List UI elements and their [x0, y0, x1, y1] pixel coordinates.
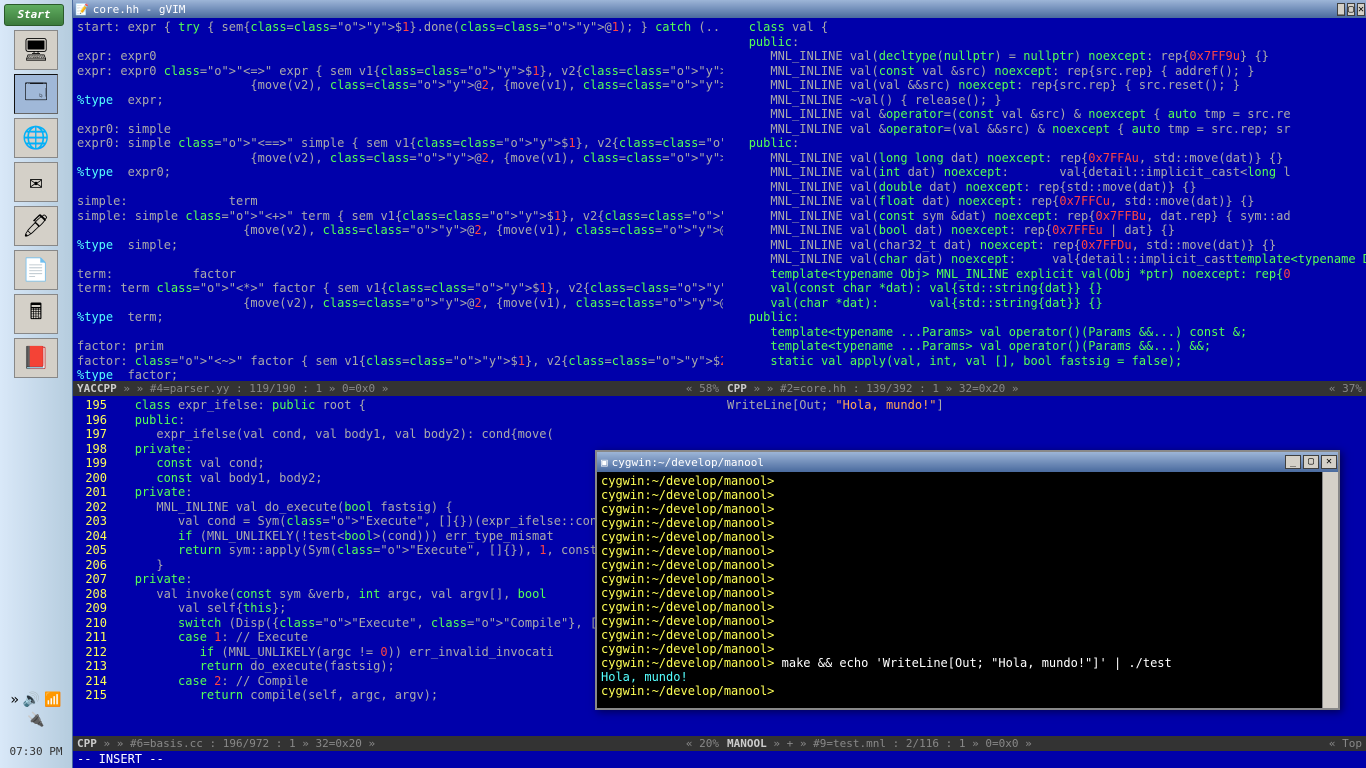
window-title: core.hh - gVIM [93, 3, 186, 16]
tray-icon[interactable]: » [10, 692, 18, 708]
terminal-body[interactable]: cygwin:~/develop/manool> cygwin:~/develo… [597, 472, 1338, 708]
statusbar-tl: YACCPP » » #4=parser.yy : 119/190 : 1 » … [73, 381, 723, 396]
tray-icon[interactable]: 📶 [44, 692, 61, 708]
taskbar-app-icon[interactable]: 🌐 [14, 118, 58, 158]
terminal-title: cygwin:~/develop/manool [612, 456, 764, 469]
taskbar-app-icon[interactable]: 🖩 [14, 294, 58, 334]
pane-top-left[interactable]: start: expr { try { sem{class=class="o">… [73, 18, 723, 396]
pane-top-right[interactable]: class val { public: MNL_INLINE val(declt… [723, 18, 1366, 396]
taskbar-app-icon[interactable]: 📄 [14, 250, 58, 290]
minimize-button[interactable]: _ [1285, 455, 1301, 469]
start-button[interactable]: Start [4, 4, 64, 26]
taskbar-app-icon[interactable]: ✉ [14, 162, 58, 202]
statusbar-br: MANOOL » + » #9=test.mnl : 2/116 : 1 » 0… [723, 736, 1366, 751]
window-titlebar[interactable]: 📝 core.hh - gVIM _▢✕ [73, 0, 1366, 18]
terminal-scrollbar[interactable] [1322, 472, 1338, 708]
statusbar-tr: CPP » » #2=core.hh : 139/392 : 1 » 32=0x… [723, 381, 1366, 396]
terminal-window[interactable]: ▣ cygwin:~/develop/manool _ ▢ ✕ cygwin:~… [595, 450, 1340, 710]
statusbar-bl: CPP » » #6=basis.cc : 196/972 : 1 » 32=0… [73, 736, 723, 751]
taskbar: Start 🖥🗔🌐✉🖊📄🖩📕 » 🔊📶🔌 07:30 PM [0, 0, 73, 768]
taskbar-clock: 07:30 PM [0, 745, 72, 758]
tray-icon[interactable]: 🔌 [27, 712, 44, 728]
taskbar-app-icon[interactable]: 🖊 [14, 206, 58, 246]
taskbar-app-icon[interactable]: 🖥 [14, 30, 58, 70]
terminal-titlebar[interactable]: ▣ cygwin:~/develop/manool _ ▢ ✕ [597, 452, 1338, 472]
close-button[interactable]: ✕ [1321, 455, 1337, 469]
maximize-button[interactable]: ▢ [1303, 455, 1319, 469]
taskbar-app-icon[interactable]: 🗔 [14, 74, 58, 114]
terminal-icon: ▣ [601, 456, 608, 469]
minimize-button[interactable]: _ [1337, 3, 1345, 16]
app-icon: 📝 [75, 3, 89, 16]
maximize-button[interactable]: ▢ [1347, 3, 1355, 16]
tray-icon[interactable]: 🔊 [23, 692, 40, 708]
vim-commandline[interactable]: -- INSERT -- [73, 751, 1366, 768]
close-button[interactable]: ✕ [1357, 3, 1365, 16]
code-text: WriteLine[Out; [727, 398, 835, 412]
system-tray: » 🔊📶🔌 [0, 692, 72, 728]
taskbar-app-icon[interactable]: 📕 [14, 338, 58, 378]
